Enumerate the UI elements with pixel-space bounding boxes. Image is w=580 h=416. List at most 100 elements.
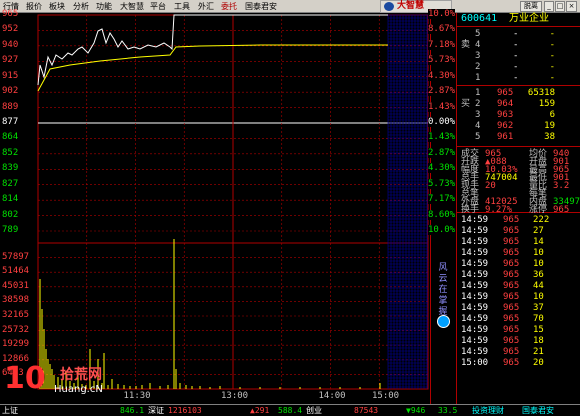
watermark-text: 拾荒网 [60, 367, 102, 383]
tick-time: 15:00 [461, 358, 489, 368]
percent-axis-label: 7.17% [428, 194, 456, 205]
close-icon[interactable]: × [566, 1, 577, 12]
tick-volume: 20 [533, 358, 544, 368]
watermark: 10 拾荒网 Huang.cN [4, 362, 154, 402]
divider [457, 26, 580, 27]
price-axis-label: 839 [2, 163, 19, 174]
stock-code: 600641 [461, 13, 498, 24]
buy-level: 5 [475, 132, 481, 142]
status-index-sz-value: 1216103 [168, 406, 202, 415]
sell-row: 1 - - [457, 72, 580, 84]
volume-axis-label: 57897 [2, 251, 30, 262]
chart-canvas [37, 14, 429, 390]
price-axis-label: 889 [2, 101, 19, 112]
percent-axis-label: 2.87% [428, 147, 456, 158]
price-axis-label: 814 [2, 194, 19, 205]
status-change-1: ▲291 [250, 406, 270, 415]
logo-text: 大智慧 [397, 1, 425, 11]
volume-axis-label: 38598 [2, 295, 30, 306]
menu-item-dazhihui[interactable]: 大智慧 [120, 1, 144, 12]
price-axis-label: 852 [2, 147, 19, 158]
price-axis-label: 877 [2, 117, 19, 127]
menu-item-fenxi[interactable]: 分析 [73, 1, 89, 12]
price-axis-label: 927 [2, 55, 19, 66]
minimize-icon[interactable]: _ [544, 1, 554, 12]
price-line [37, 14, 388, 86]
divider [457, 146, 580, 147]
status-link-invest[interactable]: 投资理财 [472, 405, 504, 416]
stock-name: 万业企业 [509, 13, 549, 24]
menu-item-baojia[interactable]: 报价 [26, 1, 42, 12]
tick-row: 15:00 965 20 [457, 357, 580, 369]
percent-axis-label: 1.43% [428, 101, 456, 112]
price-axis-label: 827 [2, 178, 19, 189]
quote-panel: 600641 万业企业 5- - 卖 4- -3- -2- -1- -1 965 65318 买 2 9… [456, 13, 580, 404]
globe-icon[interactable] [437, 315, 450, 328]
buy-volume: 38 [544, 132, 555, 142]
detach-button[interactable]: 脱离 [520, 1, 542, 12]
price-axis-label: 864 [2, 132, 19, 143]
window-controls: 脱离 _ □ × [520, 1, 578, 12]
status-chuangye-label: 创业 [306, 406, 322, 415]
menu-item-waihui[interactable]: 外汇 [198, 1, 214, 12]
price-axis-label: 902 [2, 86, 19, 97]
price-axis-label: 915 [2, 70, 19, 81]
percent-axis-label: 10.0% [428, 9, 456, 19]
status-link-broker[interactable]: 国泰君安 [522, 405, 554, 416]
buy-row: 5 961 38 [457, 131, 580, 143]
sell-level: 1 [475, 73, 481, 83]
menu-item-pingtai[interactable]: 平台 [150, 1, 166, 12]
price-axis-label: 940 [2, 39, 19, 50]
menu-item-guotaijunan[interactable]: 国泰君安 [245, 1, 277, 12]
logo-mark-icon [384, 2, 394, 11]
watermark-number: 10 [4, 361, 46, 396]
volume-axis-label: 32165 [2, 310, 30, 320]
percent-axis-label: 8.60% [428, 209, 456, 220]
percent-axis-label: 2.87% [428, 86, 456, 97]
intraday-chart[interactable]: 965 952 940 927 915 902 889 877 864 852 839 827 814 8… [0, 9, 430, 404]
status-index-sz-label: 深证 [148, 406, 164, 415]
time-axis-label: 13:00 [221, 391, 249, 401]
percent-axis-label: 5.73% [428, 55, 456, 66]
stock-header: 600641 万业企业 [457, 13, 580, 25]
maximize-icon[interactable]: □ [555, 1, 565, 12]
price-axis-label: 965 [2, 9, 19, 19]
status-value-3: 33.5 [438, 406, 458, 415]
buy-price: 961 [497, 132, 514, 142]
volume-axis-label: 19299 [2, 339, 30, 350]
volume-axis-label: 51464 [2, 266, 30, 277]
status-bar: 上证 846.1 深证 1216103 ▲291 588.4 创业 87543 … [0, 404, 580, 416]
status-change-2: ▼946 [406, 406, 426, 415]
percent-axis-label: 8.67% [428, 24, 456, 35]
time-axis-label: 15:00 [372, 391, 400, 401]
volume-axis-label: 25732 [2, 324, 30, 335]
volume-axis-label: 45031 [2, 280, 30, 291]
menu-item-gongneng[interactable]: 功能 [96, 1, 112, 12]
price-axis-label: 952 [2, 24, 19, 35]
sell-price: - [513, 73, 519, 83]
percent-axis-label: 4.30% [428, 163, 456, 174]
status-index-sh-label: 上证 [2, 406, 18, 415]
sell-volume: - [549, 73, 555, 83]
percent-axis-label: 10.0% [428, 225, 456, 235]
tick-price: 965 [503, 358, 520, 368]
side-tab-label[interactable]: 风云在掌握 [436, 263, 450, 318]
price-axis-label: 789 [2, 225, 19, 235]
watermark-url: Huang.cN [54, 384, 103, 395]
percent-axis-label: 4.30% [428, 70, 456, 81]
menu-item-weituo[interactable]: 委托 [221, 1, 237, 12]
menu-item-bankuai[interactable]: 板块 [49, 1, 65, 12]
menu-item-gongju[interactable]: 工具 [174, 1, 190, 12]
percent-axis-label: 0.00% [428, 117, 456, 127]
percent-axis-label: 7.18% [428, 39, 456, 50]
average-line [37, 44, 388, 92]
time-axis-label: 14:00 [318, 391, 346, 401]
price-axis-label: 802 [2, 209, 19, 220]
percent-axis-label: 5.73% [428, 178, 456, 189]
menu-bar: 行情 报价 板块 分析 功能 大智慧 平台 工具 外汇 委托 国泰君安 大智慧 … [0, 0, 580, 13]
percent-axis-label: 1.43% [428, 132, 456, 143]
status-index-sh-value: 846.1 [120, 406, 145, 415]
status-chuangye-value: 87543 [354, 406, 379, 415]
status-value-2: 588.4 [278, 406, 303, 415]
divider [457, 85, 580, 86]
